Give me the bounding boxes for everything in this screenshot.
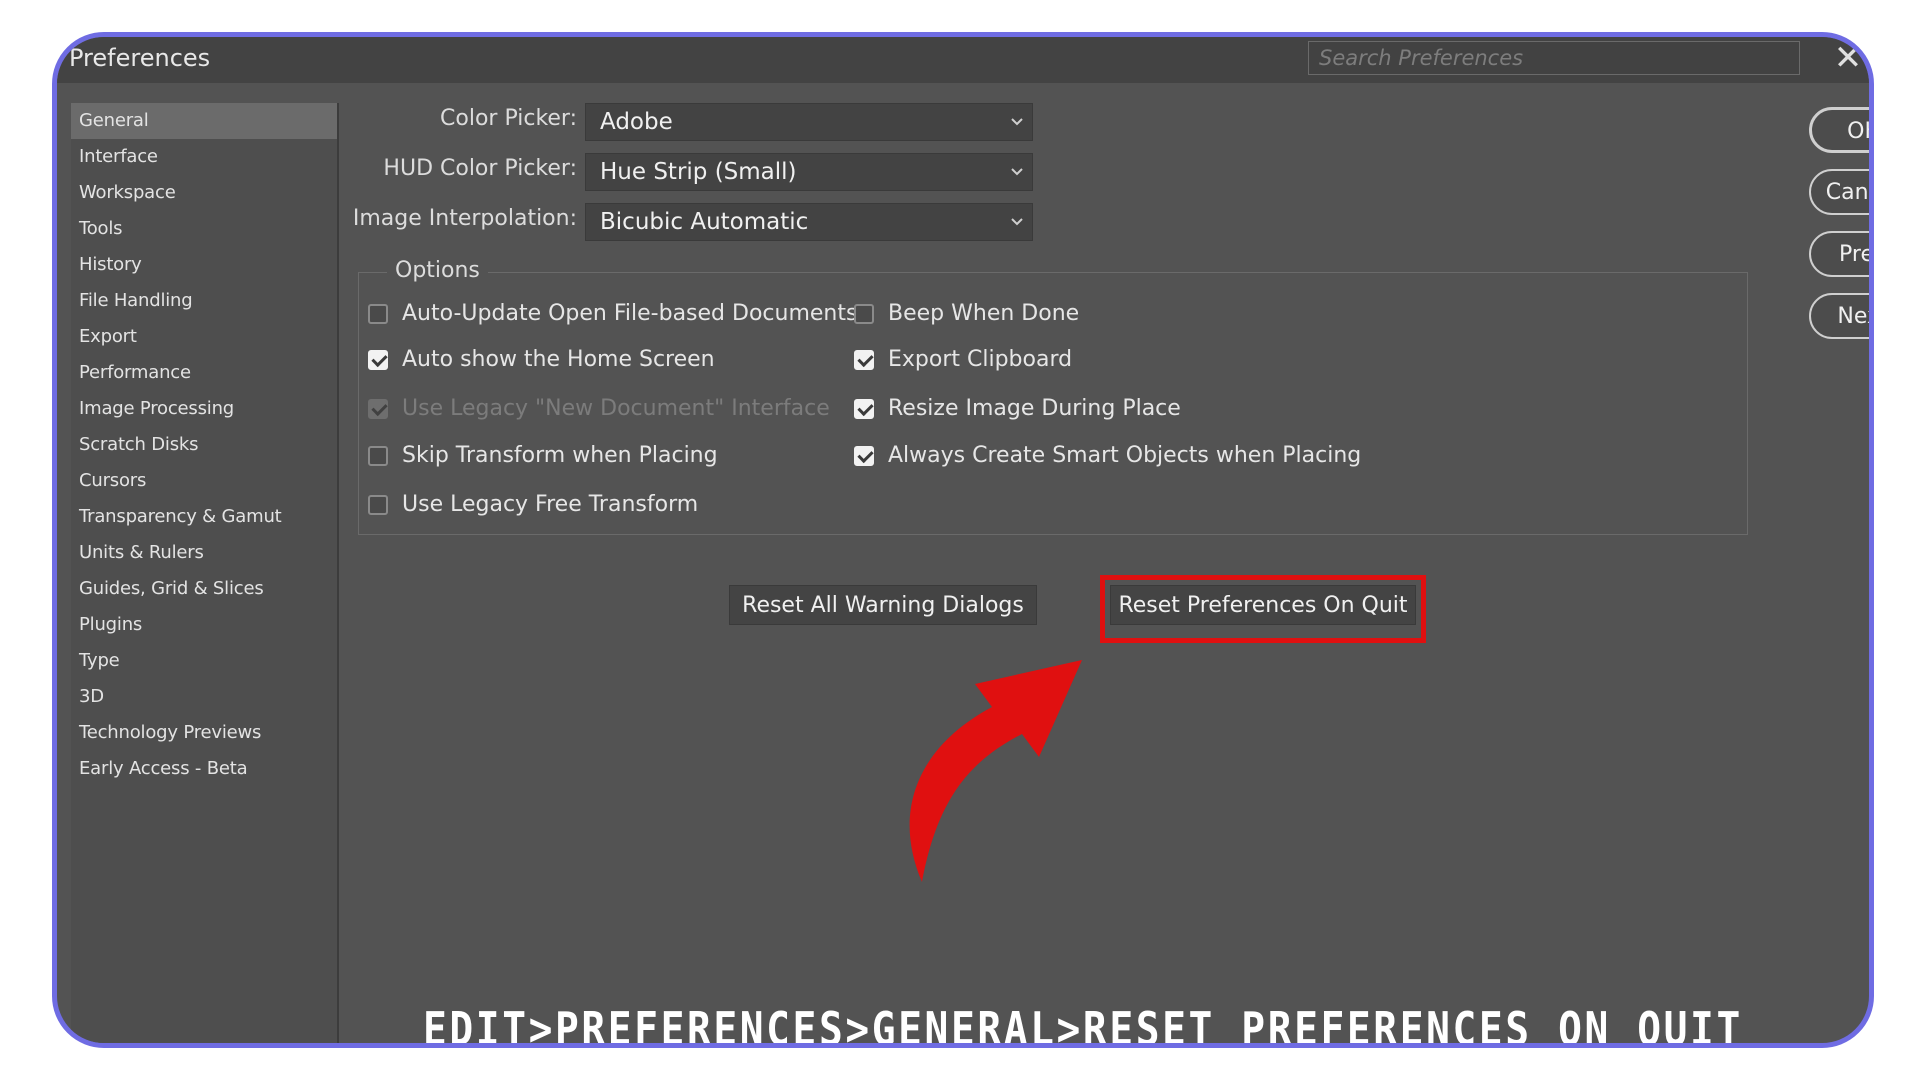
highlight-box bbox=[1100, 575, 1426, 643]
hud-color-picker-value: Hue Strip (Small) bbox=[600, 159, 797, 185]
sidebar-item-scratch-disks[interactable]: Scratch Disks bbox=[71, 427, 337, 463]
option-label: Beep When Done bbox=[888, 301, 1080, 326]
checkbox[interactable] bbox=[854, 303, 874, 324]
checkbox bbox=[368, 398, 388, 419]
image-interpolation-value: Bicubic Automatic bbox=[600, 209, 809, 235]
sidebar-item-history[interactable]: History bbox=[71, 247, 337, 283]
option-label: Use Legacy "New Document" Interface bbox=[402, 396, 830, 421]
option-label: Export Clipboard bbox=[888, 347, 1073, 372]
search-input[interactable]: Search Preferences bbox=[1308, 41, 1800, 75]
sidebar-item-transparency-gamut[interactable]: Transparency & Gamut bbox=[71, 499, 337, 535]
option-always-create-smart-objects[interactable]: Always Create Smart Objects when Placing bbox=[854, 443, 1361, 468]
cancel-button[interactable]: Cancel bbox=[1809, 169, 1869, 215]
sidebar-item-export[interactable]: Export bbox=[71, 319, 337, 355]
option-export-clipboard[interactable]: Export Clipboard bbox=[854, 347, 1072, 372]
checkbox[interactable] bbox=[368, 494, 388, 515]
reset-all-warning-dialogs-button[interactable]: Reset All Warning Dialogs bbox=[729, 585, 1037, 625]
preferences-dialog: Preferences Search Preferences ✕ General… bbox=[52, 32, 1874, 1048]
option-label: Use Legacy Free Transform bbox=[402, 492, 699, 517]
color-picker-value: Adobe bbox=[600, 109, 673, 135]
checkbox[interactable] bbox=[854, 398, 874, 419]
option-label: Resize Image During Place bbox=[888, 396, 1181, 421]
sidebar-item-file-handling[interactable]: File Handling bbox=[71, 283, 337, 319]
title-bar: Preferences Search Preferences ✕ bbox=[57, 37, 1869, 83]
sidebar-item-early-access-beta[interactable]: Early Access - Beta bbox=[71, 751, 337, 787]
sidebar-item-guides-grid-slices[interactable]: Guides, Grid & Slices bbox=[71, 571, 337, 607]
option-resize-image-during-place[interactable]: Resize Image During Place bbox=[854, 396, 1181, 421]
options-legend: Options bbox=[387, 258, 488, 283]
checkbox[interactable] bbox=[368, 445, 388, 466]
hud-color-picker-label: HUD Color Picker: bbox=[383, 156, 577, 181]
sidebar-item-image-processing[interactable]: Image Processing bbox=[71, 391, 337, 427]
option-beep-when-done[interactable]: Beep When Done bbox=[854, 301, 1079, 326]
sidebar-item-cursors[interactable]: Cursors bbox=[71, 463, 337, 499]
checkbox[interactable] bbox=[854, 445, 874, 466]
image-interpolation-label: Image Interpolation: bbox=[352, 206, 577, 231]
color-picker-label: Color Picker: bbox=[440, 106, 577, 131]
color-picker-select[interactable]: Adobe bbox=[585, 103, 1033, 141]
option-auto-show-home-screen[interactable]: Auto show the Home Screen bbox=[368, 347, 715, 372]
chevron-down-icon bbox=[1011, 118, 1023, 126]
chevron-down-icon bbox=[1011, 218, 1023, 226]
sidebar-item-plugins[interactable]: Plugins bbox=[71, 607, 337, 643]
option-label: Always Create Smart Objects when Placing bbox=[888, 443, 1362, 468]
prev-button[interactable]: Prev bbox=[1809, 231, 1869, 277]
sidebar: General Interface Workspace Tools Histor… bbox=[71, 103, 339, 1043]
option-use-legacy-new-document: Use Legacy "New Document" Interface bbox=[368, 396, 830, 421]
option-auto-update-open-documents[interactable]: Auto-Update Open File-based Documents bbox=[368, 301, 857, 326]
hud-color-picker-select[interactable]: Hue Strip (Small) bbox=[585, 153, 1033, 191]
checkbox[interactable] bbox=[854, 349, 874, 370]
ok-button[interactable]: OK bbox=[1809, 107, 1869, 153]
option-label: Auto show the Home Screen bbox=[402, 347, 715, 372]
next-button[interactable]: Next bbox=[1809, 293, 1869, 339]
checkbox[interactable] bbox=[368, 349, 388, 370]
sidebar-item-technology-previews[interactable]: Technology Previews bbox=[71, 715, 337, 751]
dialog-title: Preferences bbox=[69, 44, 211, 72]
option-use-legacy-free-transform[interactable]: Use Legacy Free Transform bbox=[368, 492, 698, 517]
instruction-caption: EDIT>PREFERENCES>GENERAL>RESET PREFERENC… bbox=[423, 1002, 1743, 1048]
image-interpolation-select[interactable]: Bicubic Automatic bbox=[585, 203, 1033, 241]
sidebar-item-units-rulers[interactable]: Units & Rulers bbox=[71, 535, 337, 571]
sidebar-item-3d[interactable]: 3D bbox=[71, 679, 337, 715]
close-icon[interactable]: ✕ bbox=[1829, 39, 1867, 77]
option-skip-transform-when-placing[interactable]: Skip Transform when Placing bbox=[368, 443, 718, 468]
option-label: Skip Transform when Placing bbox=[402, 443, 718, 468]
option-label: Auto-Update Open File-based Documents bbox=[402, 301, 858, 326]
sidebar-item-performance[interactable]: Performance bbox=[71, 355, 337, 391]
red-arrow-icon bbox=[909, 660, 1082, 882]
chevron-down-icon bbox=[1011, 168, 1023, 176]
checkbox[interactable] bbox=[368, 303, 388, 324]
sidebar-item-type[interactable]: Type bbox=[71, 643, 337, 679]
